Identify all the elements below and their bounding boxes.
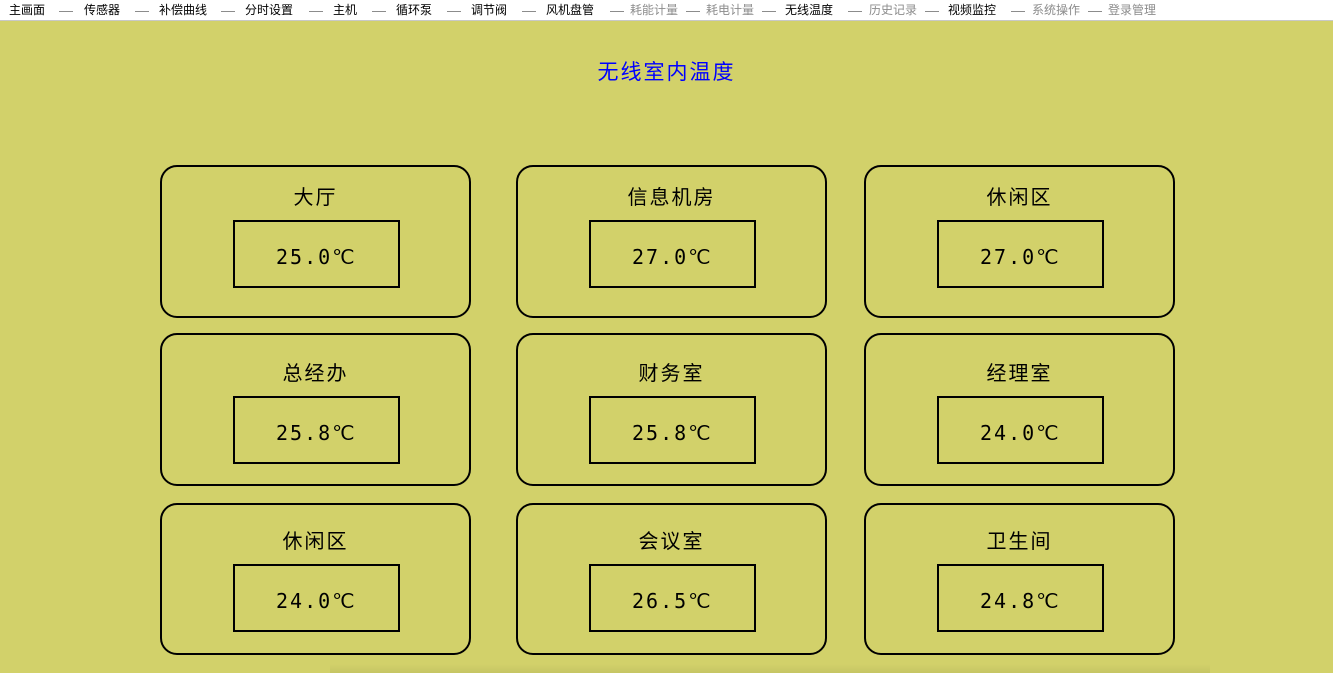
menu-separator bbox=[135, 11, 149, 12]
temperature-value: 26.5℃ bbox=[632, 589, 713, 613]
room-name: 休闲区 bbox=[986, 185, 1053, 209]
room-card-lounge-2: 休闲区 24.0℃ bbox=[160, 503, 471, 655]
temperature-value: 25.8℃ bbox=[632, 421, 713, 445]
menu-separator bbox=[1011, 11, 1025, 12]
menu-item-system[interactable]: 系统操作 bbox=[1032, 3, 1080, 17]
menu-separator bbox=[309, 11, 323, 12]
menu-item-sensor[interactable]: 传感器 bbox=[84, 3, 120, 17]
top-menu-bar: 主画面 传感器 补偿曲线 分时设置 主机 循环泵 调节阀 风机盘管 耗能计量 耗… bbox=[0, 0, 1333, 21]
room-card-restroom: 卫生间 24.8℃ bbox=[864, 503, 1175, 655]
menu-separator bbox=[522, 11, 536, 12]
temperature-value: 27.0℃ bbox=[632, 245, 713, 269]
menu-separator bbox=[762, 11, 776, 12]
temperature-display: 27.0℃ bbox=[937, 220, 1104, 288]
bottom-shadow bbox=[330, 664, 1210, 673]
temperature-value: 24.0℃ bbox=[980, 421, 1061, 445]
temperature-value: 25.0℃ bbox=[276, 245, 357, 269]
menu-item-wireless-temp[interactable]: 无线温度 bbox=[785, 3, 833, 17]
room-card-meeting: 会议室 26.5℃ bbox=[516, 503, 827, 655]
room-card-lounge: 休闲区 27.0℃ bbox=[864, 165, 1175, 318]
temperature-display: 25.8℃ bbox=[233, 396, 400, 464]
temperature-display: 26.5℃ bbox=[589, 564, 756, 632]
menu-separator bbox=[686, 11, 700, 12]
temperature-value: 24.8℃ bbox=[980, 589, 1061, 613]
temperature-display: 25.0℃ bbox=[233, 220, 400, 288]
temperature-value: 24.0℃ bbox=[276, 589, 357, 613]
menu-separator bbox=[925, 11, 939, 12]
menu-separator bbox=[372, 11, 386, 12]
temperature-display: 24.0℃ bbox=[233, 564, 400, 632]
room-card-finance: 财务室 25.8℃ bbox=[516, 333, 827, 486]
menu-item-history[interactable]: 历史记录 bbox=[869, 3, 917, 17]
temperature-value: 25.8℃ bbox=[276, 421, 357, 445]
menu-item-time-setting[interactable]: 分时设置 bbox=[245, 3, 293, 17]
temperature-display: 24.8℃ bbox=[937, 564, 1104, 632]
room-name: 信息机房 bbox=[627, 185, 716, 209]
room-card-gm-office: 总经办 25.8℃ bbox=[160, 333, 471, 486]
menu-item-video[interactable]: 视频监控 bbox=[948, 3, 996, 17]
page-title: 无线室内温度 bbox=[597, 60, 736, 84]
menu-item-main[interactable]: 主画面 bbox=[9, 3, 45, 17]
room-name: 休闲区 bbox=[282, 529, 349, 553]
room-name: 大厅 bbox=[293, 185, 338, 209]
room-name: 经理室 bbox=[986, 361, 1053, 385]
room-card-server-room: 信息机房 27.0℃ bbox=[516, 165, 827, 318]
temperature-display: 24.0℃ bbox=[937, 396, 1104, 464]
menu-separator bbox=[848, 11, 862, 12]
menu-item-pump[interactable]: 循环泵 bbox=[396, 3, 432, 17]
temperature-value: 27.0℃ bbox=[980, 245, 1061, 269]
room-name: 会议室 bbox=[638, 529, 705, 553]
menu-separator bbox=[221, 11, 235, 12]
temperature-display: 27.0℃ bbox=[589, 220, 756, 288]
room-card-manager: 经理室 24.0℃ bbox=[864, 333, 1175, 486]
menu-item-compensation[interactable]: 补偿曲线 bbox=[159, 3, 207, 17]
menu-separator bbox=[610, 11, 624, 12]
temperature-display: 25.8℃ bbox=[589, 396, 756, 464]
room-name: 卫生间 bbox=[986, 529, 1053, 553]
room-card-lobby: 大厅 25.0℃ bbox=[160, 165, 471, 318]
menu-item-valve[interactable]: 调节阀 bbox=[471, 3, 507, 17]
menu-item-energy-metering[interactable]: 耗能计量 bbox=[630, 3, 678, 17]
menu-item-host[interactable]: 主机 bbox=[333, 3, 357, 17]
menu-item-power-metering[interactable]: 耗电计量 bbox=[706, 3, 754, 17]
menu-item-fan-coil[interactable]: 风机盘管 bbox=[546, 3, 594, 17]
menu-separator bbox=[59, 11, 73, 12]
room-name: 财务室 bbox=[638, 361, 705, 385]
menu-separator bbox=[1088, 11, 1102, 12]
room-name: 总经办 bbox=[282, 361, 349, 385]
menu-item-login[interactable]: 登录管理 bbox=[1108, 3, 1156, 17]
menu-separator bbox=[447, 11, 461, 12]
